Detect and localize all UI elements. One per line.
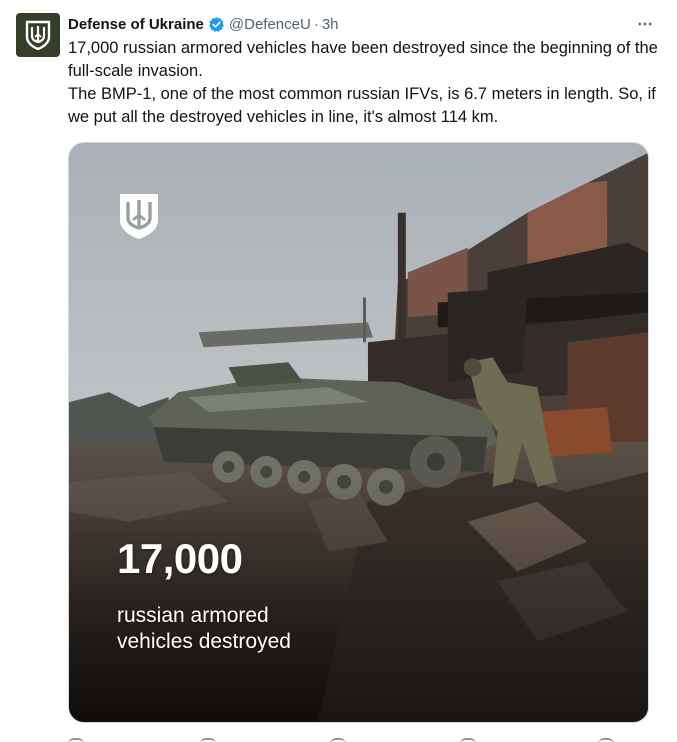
stat-number: 17,000: [117, 535, 243, 582]
trident-shield-icon: [25, 20, 51, 50]
avatar[interactable]: [16, 13, 60, 57]
reply-icon[interactable]: [68, 738, 84, 742]
stat-caption-line-2: vehicles destroyed: [117, 630, 291, 653]
media-image[interactable]: 17,000 russian armored vehicles destroye…: [68, 142, 649, 723]
action-bar: [68, 736, 649, 742]
tweet-paragraph-2: The BMP-1, one of the most common russia…: [68, 85, 656, 126]
like-icon[interactable]: [330, 738, 346, 742]
tweet-header: Defense of Ukraine @DefenceU · 3h: [68, 13, 657, 35]
tweet-text: 17,000 russian armored vehicles have bee…: [68, 37, 658, 129]
separator-dot: ·: [313, 15, 319, 33]
trident-shield-icon: [120, 194, 158, 239]
more-horizontal-icon: [638, 22, 652, 26]
tweet-paragraph-1: 17,000 russian armored vehicles have bee…: [68, 39, 658, 80]
timestamp[interactable]: 3h: [322, 16, 339, 33]
retweet-icon[interactable]: [200, 738, 216, 742]
stat-caption: russian armored vehicles destroyed: [117, 603, 417, 655]
display-name[interactable]: Defense of Ukraine: [68, 16, 204, 33]
stat-caption-line-1: russian armored: [117, 604, 269, 627]
more-button[interactable]: [633, 13, 657, 35]
share-icon[interactable]: [598, 738, 614, 742]
handle[interactable]: @DefenceU: [229, 16, 311, 33]
tweet-card[interactable]: Defense of Ukraine @DefenceU · 3h 17,000…: [0, 0, 677, 742]
verified-badge-icon: [208, 16, 225, 33]
views-icon[interactable]: [460, 738, 476, 742]
